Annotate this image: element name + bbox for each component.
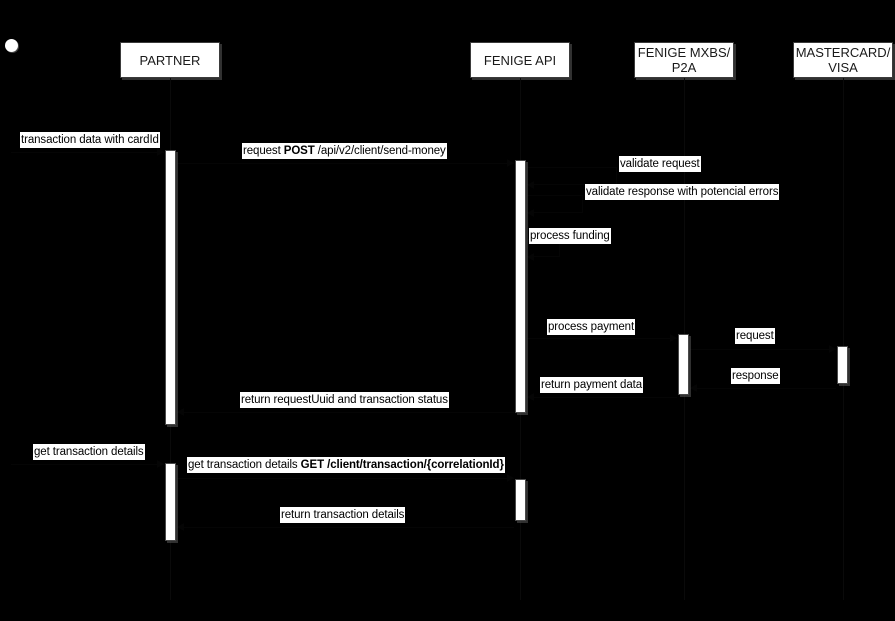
- arrowhead-m2: [507, 159, 514, 167]
- arrowhead-m7: [829, 345, 836, 353]
- message-line-m2: [177, 163, 514, 164]
- arrowhead-m11: [157, 460, 164, 468]
- message-line-m12: [177, 478, 514, 479]
- arrowhead-m6: [670, 334, 677, 342]
- message-label-m6: process payment: [547, 319, 636, 335]
- activation-bar-act-api-2: [515, 479, 526, 521]
- participant-partner: PARTNER: [120, 42, 220, 78]
- message-label-m1: transaction data with cardId: [20, 132, 160, 148]
- arrowhead-m12: [507, 474, 514, 482]
- actor-start-dot: [5, 39, 18, 52]
- message-label-m11: get transaction details: [33, 444, 145, 460]
- message-label-m5: process funding: [529, 228, 611, 244]
- arrowhead-m5: [527, 253, 534, 261]
- message-label-m2: request POST /api/v2/client/send-money: [242, 143, 447, 159]
- message-line-m11: [11, 464, 164, 465]
- sequence-diagram-canvas: PARTNER FENIGE API FENIGE MXBS/ P2A MASTERC…: [0, 0, 895, 621]
- activation-bar-act-network-1: [837, 346, 848, 384]
- participant-mxbs_p2a: FENIGE MXBS/ P2A: [634, 42, 734, 78]
- arrowhead-m9: [527, 393, 534, 401]
- message-label-m12: get transaction details GET /client/tran…: [187, 457, 505, 473]
- activation-bar-act-partner-2: [165, 463, 176, 541]
- lifeline-network: [843, 78, 844, 600]
- message-line-m9: [527, 397, 677, 398]
- message-line-m7: [690, 349, 836, 350]
- message-line-m10: [177, 412, 514, 413]
- arrowhead-m10: [177, 408, 184, 416]
- participant-network: MASTERCARD/ VISA: [793, 42, 893, 78]
- arrowhead-m1: [157, 148, 164, 156]
- arrowhead-m4: [527, 209, 534, 217]
- self-message-m3: [527, 167, 617, 185]
- activation-bar-act-mxbs-1: [678, 334, 689, 395]
- arrowhead-m8: [690, 384, 697, 392]
- message-line-m13: [177, 527, 514, 528]
- message-label-m10: return requestUuid and transaction statu…: [240, 392, 449, 408]
- activation-bar-act-api-1: [515, 160, 526, 413]
- activation-bar-act-partner-1: [165, 150, 176, 425]
- self-message-m4: [527, 195, 583, 213]
- message-label-m13: return transaction details: [280, 507, 406, 523]
- arrowhead-m13: [177, 523, 184, 531]
- message-line-m6: [527, 338, 677, 339]
- arrowhead-m3: [527, 181, 534, 189]
- message-label-m8: response: [731, 368, 780, 384]
- message-line-m8: [690, 388, 836, 389]
- message-label-m7: request: [735, 328, 775, 344]
- message-label-m4: validate response with potencial errors: [585, 184, 780, 200]
- participant-fenige_api: FENIGE API: [470, 42, 570, 78]
- message-label-m3: validate request: [619, 156, 701, 172]
- message-label-m9: return payment data: [540, 377, 644, 393]
- message-line-m1: [11, 152, 164, 153]
